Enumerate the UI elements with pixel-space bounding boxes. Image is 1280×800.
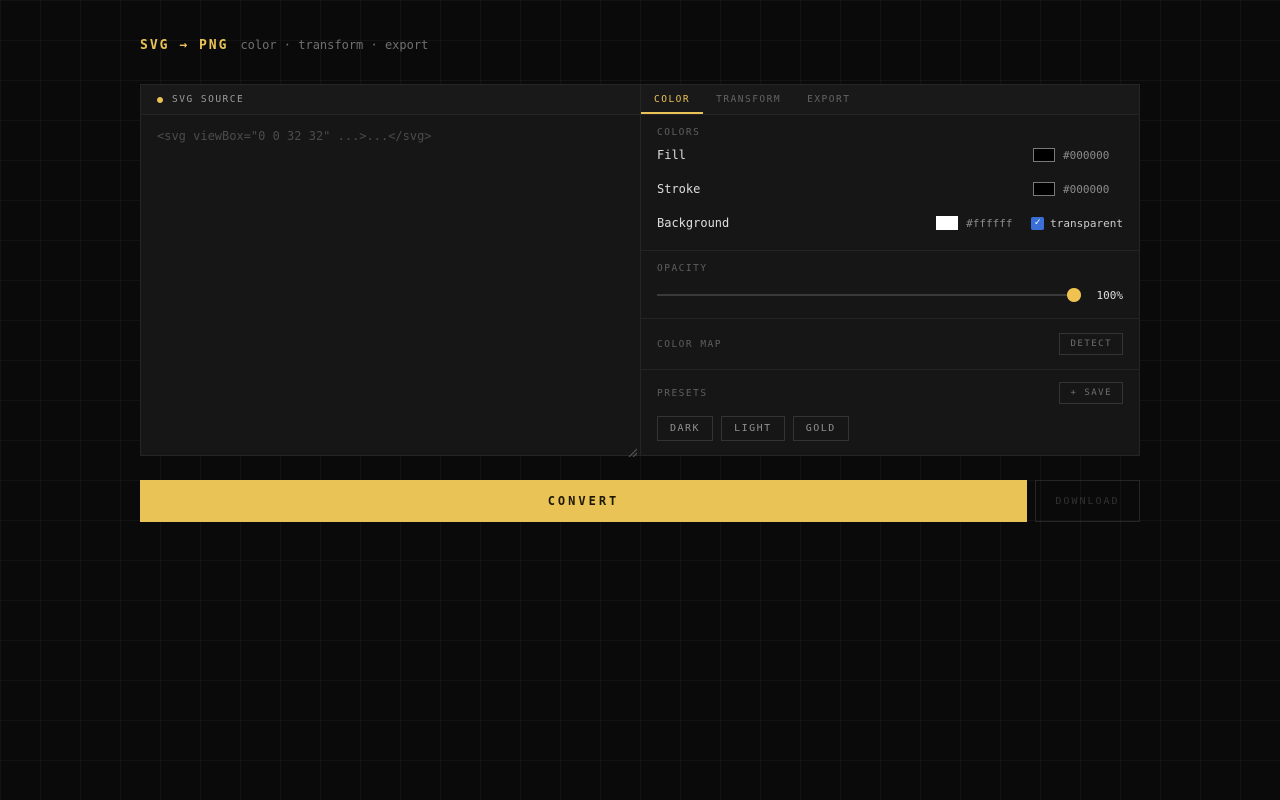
tab-color[interactable]: COLOR xyxy=(641,85,703,114)
color-map-section: COLOR MAP DETECT xyxy=(641,319,1139,370)
color-map-section-title: COLOR MAP xyxy=(657,339,722,350)
opacity-section-title: OPACITY xyxy=(657,263,1123,274)
app-subtitle: color · transform · export xyxy=(240,38,428,52)
background-color-row: Background #ffffff transparent xyxy=(657,206,1123,240)
stroke-hex-value: #000000 xyxy=(1063,183,1123,196)
stroke-label: Stroke xyxy=(657,182,1033,196)
download-button[interactable]: DOWNLOAD xyxy=(1035,480,1140,522)
brand-to: PNG xyxy=(199,38,228,53)
opacity-slider-track[interactable] xyxy=(657,294,1081,296)
svg-source-panel: SVG SOURCE xyxy=(141,85,641,455)
brand-from: SVG xyxy=(140,38,169,53)
opacity-slider-thumb[interactable] xyxy=(1067,288,1081,302)
convert-button[interactable]: CONVERT xyxy=(140,480,1027,522)
colors-section: COLORS Fill #000000 Stroke #000000 Backg… xyxy=(641,115,1139,251)
fill-hex-value: #000000 xyxy=(1063,149,1123,162)
colors-section-title: COLORS xyxy=(657,127,1123,138)
presets-section-title: PRESETS xyxy=(657,388,708,399)
controls-panel: COLOR TRANSFORM EXPORT COLORS Fill #0000… xyxy=(641,85,1139,455)
preset-dark-button[interactable]: DARK xyxy=(657,416,713,441)
main-panels: SVG SOURCE COLOR TRANSFORM EXPORT COLORS xyxy=(140,84,1140,456)
tab-export[interactable]: EXPORT xyxy=(794,85,863,114)
tab-transform[interactable]: TRANSFORM xyxy=(703,85,794,114)
fill-color-swatch[interactable] xyxy=(1033,148,1055,162)
arrow-right-icon: → xyxy=(179,38,189,53)
preset-gold-button[interactable]: GOLD xyxy=(793,416,849,441)
opacity-slider[interactable] xyxy=(657,288,1081,302)
fill-label: Fill xyxy=(657,148,1033,162)
transparent-checkbox-label: transparent xyxy=(1050,217,1123,230)
action-bar: CONVERT DOWNLOAD xyxy=(140,480,1140,522)
preset-light-button[interactable]: LIGHT xyxy=(721,416,785,441)
stroke-color-row: Stroke #000000 xyxy=(657,172,1123,206)
status-dot-icon xyxy=(157,97,163,103)
presets-section: PRESETS + SAVE DARK LIGHT GOLD xyxy=(641,370,1139,455)
opacity-slider-row: 100% xyxy=(657,288,1123,302)
detect-button[interactable]: DETECT xyxy=(1059,333,1123,355)
svg-source-input[interactable] xyxy=(141,115,640,455)
transparent-checkbox[interactable] xyxy=(1031,217,1044,230)
background-label: Background xyxy=(657,216,936,230)
presets-header-row: PRESETS + SAVE xyxy=(657,382,1123,404)
fill-color-row: Fill #000000 xyxy=(657,138,1123,172)
background-color-swatch[interactable] xyxy=(936,216,958,230)
svg-source-header: SVG SOURCE xyxy=(141,85,640,115)
page-content: SVG → PNG color · transform · export SVG… xyxy=(140,0,1140,522)
preset-buttons: DARK LIGHT GOLD xyxy=(657,416,1123,441)
app-header: SVG → PNG color · transform · export xyxy=(140,38,1140,58)
background-hex-value: #ffffff xyxy=(966,217,1026,230)
svg-source-title: SVG SOURCE xyxy=(172,94,244,105)
tab-bar: COLOR TRANSFORM EXPORT xyxy=(641,85,1139,115)
app-title: SVG → PNG xyxy=(140,38,228,53)
save-preset-button[interactable]: + SAVE xyxy=(1059,382,1123,404)
textarea-resize-handle[interactable] xyxy=(627,442,637,452)
opacity-section: OPACITY 100% xyxy=(641,251,1139,319)
opacity-value: 100% xyxy=(1081,289,1123,302)
stroke-color-swatch[interactable] xyxy=(1033,182,1055,196)
